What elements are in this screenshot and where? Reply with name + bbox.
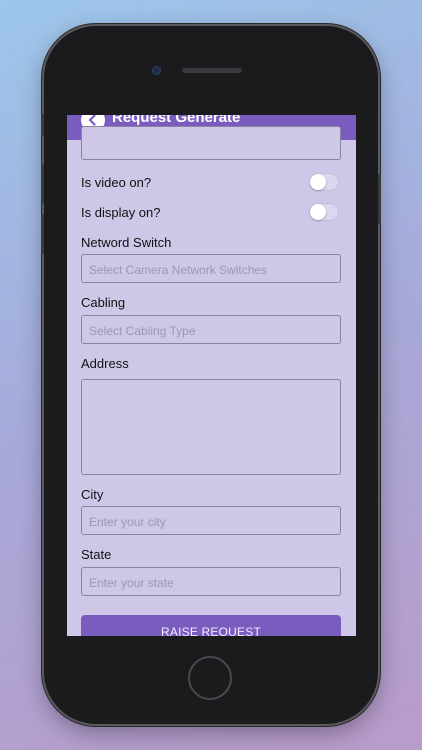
front-camera [152,66,161,75]
network-switch-label: Netword Switch [81,235,172,250]
home-button[interactable] [188,656,232,700]
earpiece-speaker [182,68,242,73]
app-screen: Request Generate Is video on? Is display… [67,115,356,636]
display-toggle[interactable] [309,203,339,221]
display-label: Is display on? [81,205,161,220]
chevron-left-icon [88,115,96,126]
display-toggle-knob [310,204,326,220]
mute-switch [41,114,44,136]
city-label: City [81,487,104,502]
previous-field[interactable] [81,126,341,160]
cabling-select[interactable]: Select Cabling Type [81,315,341,344]
video-toggle-knob [310,174,326,190]
page-title: Request Generate [112,115,241,126]
network-switch-select[interactable]: Select Camera Network Switches [81,254,341,283]
address-textarea[interactable] [81,379,341,475]
raise-request-button[interactable]: RAISE REQUEST [81,615,341,636]
state-input[interactable]: Enter your state [81,567,341,596]
address-label: Address [81,356,129,371]
state-label: State [81,547,112,562]
video-toggle[interactable] [309,173,339,191]
volume-up-button [41,164,44,204]
volume-down-button [41,214,44,254]
video-label: Is video on? [81,175,152,190]
power-button [378,174,381,224]
city-input[interactable]: Enter your city [81,506,341,535]
cabling-label: Cabling [81,295,126,310]
